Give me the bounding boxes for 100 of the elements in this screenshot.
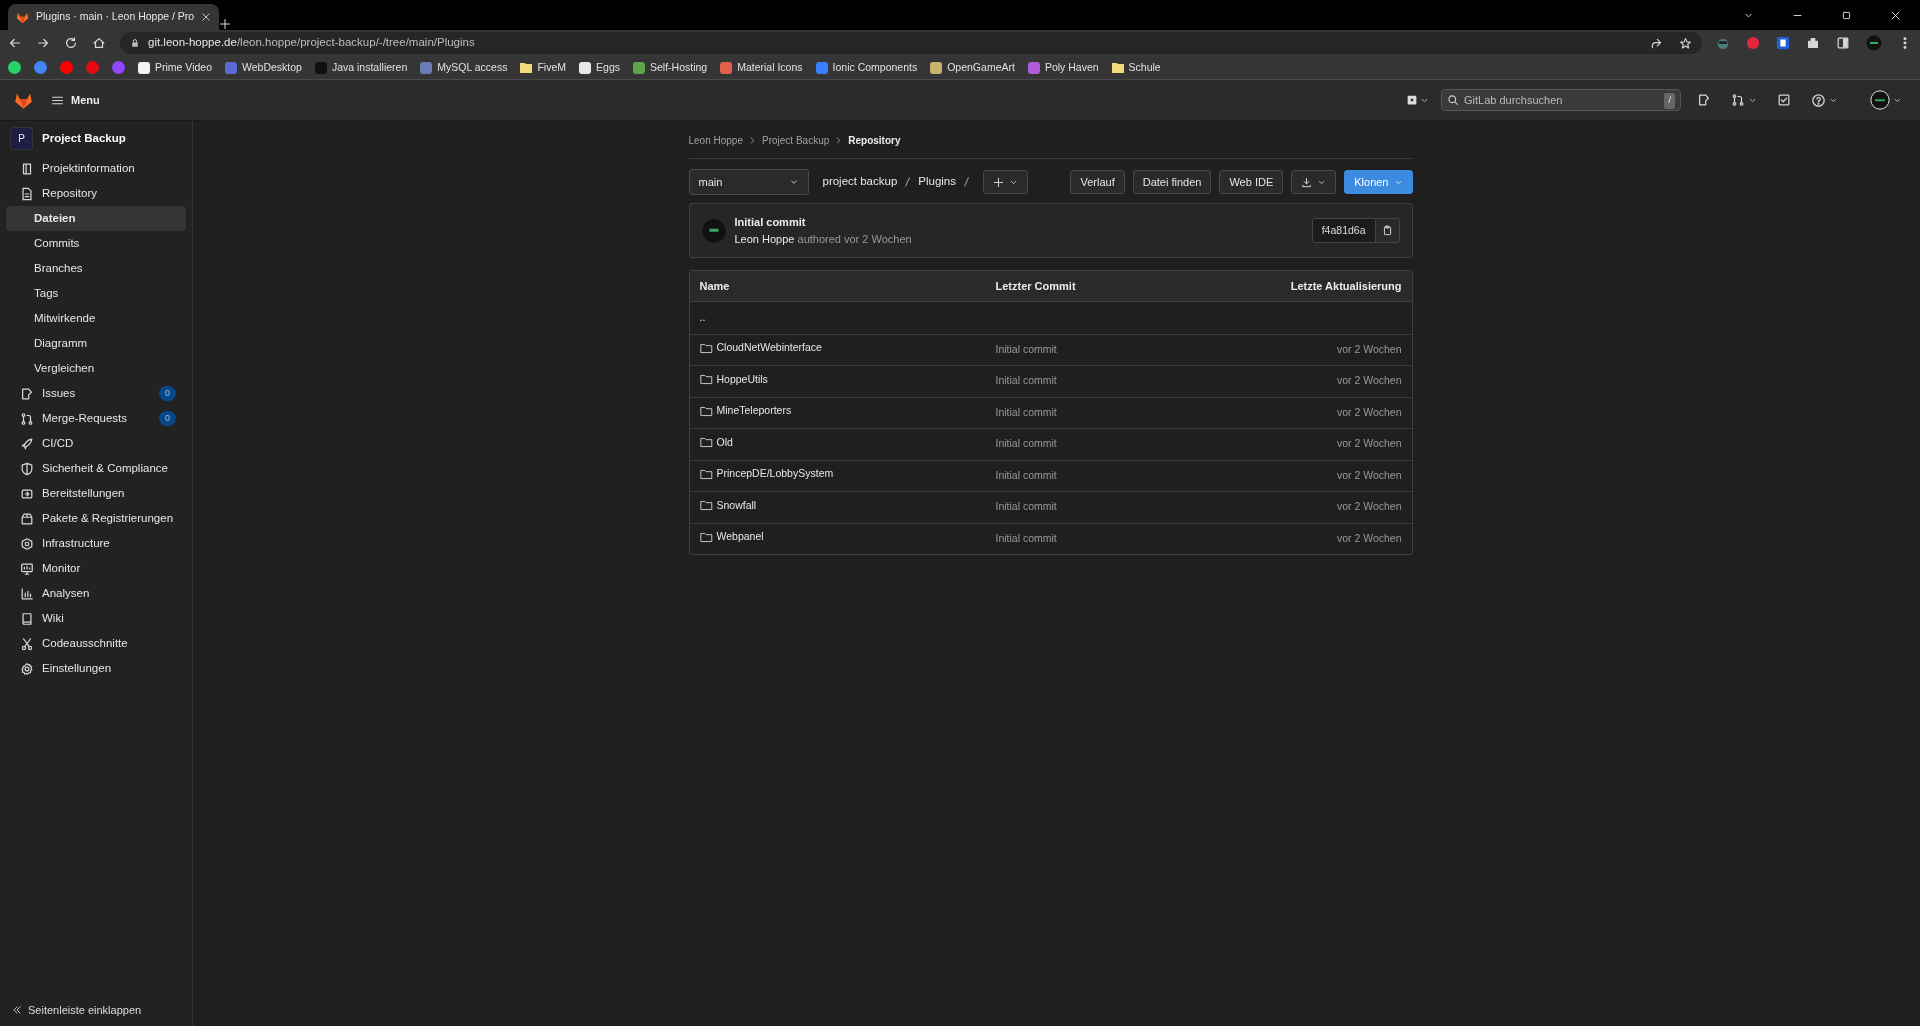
close-icon[interactable] (201, 12, 212, 22)
bookmark-link[interactable]: Material Icons (720, 59, 803, 76)
collapse-sidebar-button[interactable]: Seitenleiste einklappen (0, 993, 192, 1026)
parent-directory-link[interactable]: .. (699, 309, 706, 326)
home-icon[interactable] (92, 36, 106, 50)
bookmark-link[interactable] (60, 61, 73, 74)
slash-icon (905, 177, 911, 187)
plus-icon (993, 176, 1004, 188)
book-icon (20, 161, 34, 176)
bookmark-link[interactable]: MySQL access (420, 59, 508, 76)
sidebar-item[interactable]: Pakete & Registrierungen (6, 506, 186, 531)
sidebar-item[interactable]: Projektinformation (6, 156, 186, 181)
sidebar-item[interactable]: CI/CD (6, 431, 186, 456)
sidebar-item[interactable]: Infrastructure (6, 531, 186, 556)
breadcrumb-link[interactable]: Project Backup (762, 133, 830, 148)
sidebar-item[interactable]: Issues 0 (6, 381, 186, 406)
project-name[interactable]: Project Backup (42, 129, 126, 148)
folder-link[interactable]: PrincepDE/LobbySystem (716, 466, 834, 482)
sidebar-item[interactable]: Merge-Requests 0 (6, 406, 186, 431)
folder-link[interactable]: Snowfall (716, 497, 757, 514)
commit-link[interactable]: Initial commit (995, 531, 1057, 544)
address-bar[interactable]: git.leon-hoppe.de/leon.hoppe/project-backup/-/tree/main/Plugins (120, 32, 1702, 54)
new-tab-icon[interactable] (219, 18, 232, 30)
bookmark-link[interactable] (112, 61, 125, 74)
bookmark-link[interactable]: Poly Haven (1027, 59, 1099, 76)
sidebar-item[interactable]: Vergleichen (6, 356, 186, 381)
folder-link[interactable]: Old (716, 434, 733, 451)
bookmark-folder[interactable]: Schule (1111, 59, 1161, 76)
bookmark-link[interactable] (34, 61, 47, 74)
bookmark-folder[interactable]: FiveM (520, 59, 567, 76)
bookmark-link[interactable]: Ionic Components (815, 59, 918, 76)
forward-icon[interactable] (36, 36, 50, 50)
commit-link[interactable]: Initial commit (995, 437, 1057, 450)
project-avatar: P (10, 127, 33, 150)
branch-dropdown[interactable]: main (688, 169, 809, 195)
commit-link[interactable]: Initial commit (995, 468, 1057, 481)
column-header: Letzte Aktualisierung (1170, 271, 1412, 302)
commit-title[interactable]: Initial commit (734, 214, 912, 231)
commit-link[interactable]: Initial commit (995, 405, 1057, 418)
close-icon[interactable] (1890, 9, 1901, 21)
todo-icon[interactable] (1777, 93, 1791, 107)
clone-button[interactable]: Klonen (1344, 170, 1413, 194)
bookmark-link[interactable]: Eggs (579, 59, 620, 76)
toolbar-button[interactable]: Verlauf (1070, 170, 1125, 194)
caret-icon (788, 177, 799, 187)
sidebar-item[interactable]: Commits (6, 231, 186, 256)
sidebar-item[interactable]: Codeausschnitte (6, 631, 186, 656)
download-button[interactable] (1291, 170, 1337, 194)
share-icon[interactable] (1650, 36, 1663, 50)
commit-link[interactable]: Initial commit (995, 500, 1057, 513)
bookmark-link[interactable]: OpenGameArt (930, 59, 1015, 76)
breadcrumb-link[interactable]: Repository (848, 133, 901, 148)
sidebar-item[interactable]: Sicherheit & Compliance (6, 456, 186, 481)
sidebar-item[interactable]: Mitwirkende (6, 306, 186, 331)
add-dropdown-button[interactable] (983, 170, 1028, 194)
side-panel-icon[interactable] (1836, 36, 1850, 50)
bookmark-link[interactable] (8, 61, 21, 74)
maximize-icon[interactable] (1841, 9, 1852, 21)
folder-icon (699, 499, 713, 513)
sidebar-item[interactable]: Bereitstellungen (6, 481, 186, 506)
sidebar-item[interactable]: Einstellungen (6, 656, 186, 681)
folder-link[interactable]: HoppeUtils (716, 371, 768, 388)
clipboard-icon (1381, 225, 1393, 236)
bookmark-link[interactable]: WebDesktop (225, 59, 302, 76)
bookmark-link[interactable]: Java installieren (314, 59, 408, 76)
commit-link[interactable]: Initial commit (995, 374, 1057, 387)
sidebar-item[interactable]: Monitor (6, 556, 186, 581)
sidebar-item[interactable]: Branches (6, 256, 186, 281)
toolbar-button[interactable]: Web IDE (1219, 170, 1284, 194)
sidebar-item[interactable]: Tags (6, 281, 186, 306)
updated-time: vor 2 Wochen (1336, 342, 1402, 355)
folder-link[interactable]: CloudNetWebinterface (716, 340, 822, 356)
sidebar-item[interactable]: Dateien (6, 206, 186, 231)
avatar-icon[interactable] (1866, 35, 1882, 51)
merge-request-icon (1731, 93, 1745, 107)
sidebar-item[interactable]: Diagramm (6, 331, 186, 356)
bookmark-link[interactable] (86, 61, 99, 74)
commit-sha[interactable]: f4a81d6a (1311, 217, 1376, 244)
breadcrumb-link[interactable]: Leon Hoppe (688, 133, 743, 148)
extension-icon[interactable] (1776, 36, 1790, 50)
folder-link[interactable]: MineTeleporters (716, 403, 792, 419)
path-link[interactable]: Plugins (918, 173, 956, 191)
path-link[interactable]: project backup (822, 173, 898, 191)
issues-icon[interactable] (1697, 93, 1711, 107)
sidebar-item[interactable]: Wiki (6, 606, 186, 631)
copy-button[interactable] (1375, 217, 1400, 244)
menu-button[interactable]: Menu (45, 87, 106, 113)
reload-icon[interactable] (64, 36, 78, 50)
chart-icon (20, 586, 34, 601)
back-icon[interactable] (8, 36, 22, 50)
bookmark-link[interactable]: Prime Video (138, 59, 212, 76)
sidebar-item[interactable]: Repository (6, 181, 186, 206)
star-icon[interactable] (1679, 36, 1692, 50)
folder-icon (699, 373, 713, 387)
commit-link[interactable]: Initial commit (995, 342, 1057, 355)
bookmark-link[interactable]: Self-Hosting (633, 59, 708, 76)
folder-link[interactable]: Webpanel (716, 529, 764, 545)
sidebar-item[interactable]: Analysen (6, 581, 186, 606)
avatar-icon (1870, 90, 1890, 110)
toolbar-button[interactable]: Datei finden (1132, 170, 1212, 194)
